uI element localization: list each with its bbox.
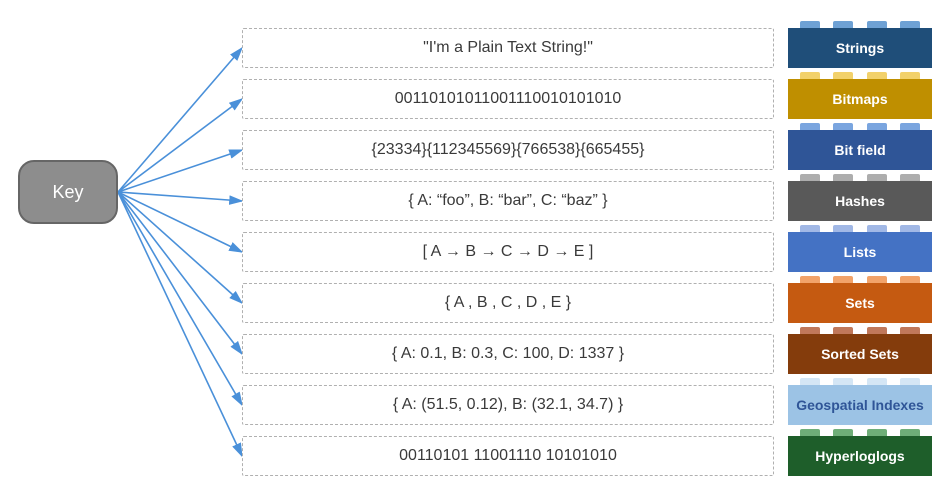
arrow [118, 192, 242, 354]
value-text: { A: “foo”, B: “bar”, C: “baz” } [408, 192, 607, 210]
type-label: Bitmaps [832, 91, 887, 107]
type-label: Sets [845, 295, 875, 311]
type-badge: Hyperloglogs [788, 436, 932, 476]
arrow [118, 192, 242, 405]
type-label: Sorted Sets [821, 346, 899, 362]
value-text: { A: 0.1, B: 0.3, C: 100, D: 1337 } [392, 345, 624, 363]
lego-studs [800, 378, 920, 386]
value-box: {23334}{112345569}{766538}{665455} [242, 130, 774, 170]
type-badge: Geospatial Indexes [788, 385, 932, 425]
diagram-canvas: Key "I'm a Plain Text String!" Strings 001… [0, 0, 943, 502]
key-node: Key [18, 160, 118, 224]
value-box: 00110101 11001110 10101010 [242, 436, 774, 476]
type-badge: Strings [788, 28, 932, 68]
type-badge: Sets [788, 283, 932, 323]
lego-studs [800, 174, 920, 182]
arrow [118, 192, 242, 456]
value-text: { A: (51.5, 0.12), B: (32.1, 34.7) } [393, 396, 623, 414]
arrow [118, 192, 242, 252]
type-label: Hashes [835, 193, 885, 209]
value-box: { A: “foo”, B: “bar”, C: “baz” } [242, 181, 774, 221]
arrow [118, 99, 242, 192]
lego-studs [800, 327, 920, 335]
type-label: Hyperloglogs [815, 448, 904, 464]
value-box: 00110101011001110010101010 [242, 79, 774, 119]
type-label: Lists [844, 244, 877, 260]
lego-studs [800, 429, 920, 437]
type-badge: Lists [788, 232, 932, 272]
lego-studs [800, 123, 920, 131]
key-label: Key [52, 182, 83, 203]
lego-studs [800, 225, 920, 233]
value-box: { A , B , C , D , E } [242, 283, 774, 323]
value-text: 00110101 11001110 10101010 [399, 447, 617, 465]
value-text: { A , B , C , D , E } [445, 294, 571, 312]
arrow [118, 192, 242, 303]
type-badge: Sorted Sets [788, 334, 932, 374]
type-label: Geospatial Indexes [796, 397, 924, 413]
value-box: "I'm a Plain Text String!" [242, 28, 774, 68]
type-label: Bit field [834, 142, 885, 158]
type-label: Strings [836, 40, 884, 56]
value-box: { A: (51.5, 0.12), B: (32.1, 34.7) } [242, 385, 774, 425]
value-box: [ A → B → C → D → E ] [242, 232, 774, 272]
value-text: 00110101011001110010101010 [395, 90, 622, 108]
arrow [118, 192, 242, 201]
type-badge: Hashes [788, 181, 932, 221]
lego-studs [800, 72, 920, 80]
type-badge: Bit field [788, 130, 932, 170]
arrow [118, 150, 242, 192]
lego-studs [800, 21, 920, 29]
arrow [118, 48, 242, 192]
value-text: "I'm a Plain Text String!" [423, 39, 593, 57]
value-text: [ A → B → C → D → E ] [423, 243, 594, 261]
type-badge: Bitmaps [788, 79, 932, 119]
value-box: { A: 0.1, B: 0.3, C: 100, D: 1337 } [242, 334, 774, 374]
value-text: {23334}{112345569}{766538}{665455} [372, 141, 645, 159]
lego-studs [800, 276, 920, 284]
